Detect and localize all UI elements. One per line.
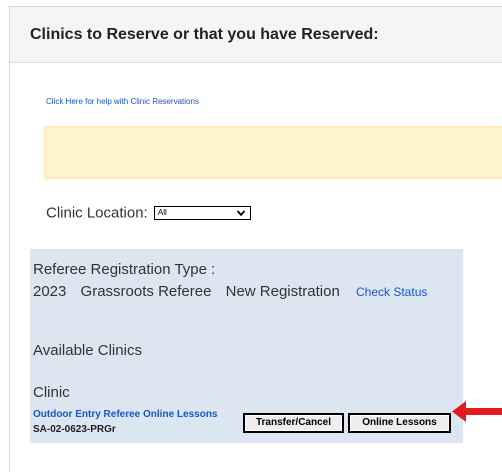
clinic-code: SA-02-0623-PRGr [33, 424, 116, 435]
chevron-down-icon [236, 210, 246, 217]
clinics-panel: Clinics to Reserve or that you have Rese… [9, 6, 502, 472]
clinic-help-link[interactable]: Click Here for help with Clinic Reservat… [46, 97, 199, 106]
registration-status: New Registration [225, 283, 340, 300]
registration-grade: Grassroots Referee [80, 283, 212, 300]
check-status-link[interactable]: Check Status [356, 285, 427, 299]
clinic-name-link[interactable]: Outdoor Entry Referee Online Lessons [33, 409, 217, 420]
registration-type-label: Referee Registration Type : [33, 261, 216, 278]
clinic-location-value: All [157, 208, 167, 218]
panel-header: Clinics to Reserve or that you have Rese… [10, 7, 502, 63]
clinic-location-row: Clinic Location: All [46, 204, 251, 222]
registration-box: Referee Registration Type : 2023 Grassro… [30, 249, 463, 443]
clinic-column-label: Clinic [33, 384, 70, 401]
registration-year: 2023 [33, 283, 67, 300]
clinic-location-select[interactable]: All [153, 206, 251, 221]
red-arrow-icon [452, 401, 502, 422]
clinic-location-label: Clinic Location: [46, 204, 148, 222]
panel-title: Clinics to Reserve or that you have Rese… [30, 26, 379, 43]
online-lessons-button[interactable]: Online Lessons [348, 413, 451, 433]
transfer-cancel-button[interactable]: Transfer/Cancel [243, 413, 344, 433]
registration-row: 2023 Grassroots Referee New Registration… [33, 283, 427, 300]
available-clinics-label: Available Clinics [33, 342, 142, 359]
notice-box [44, 126, 502, 179]
